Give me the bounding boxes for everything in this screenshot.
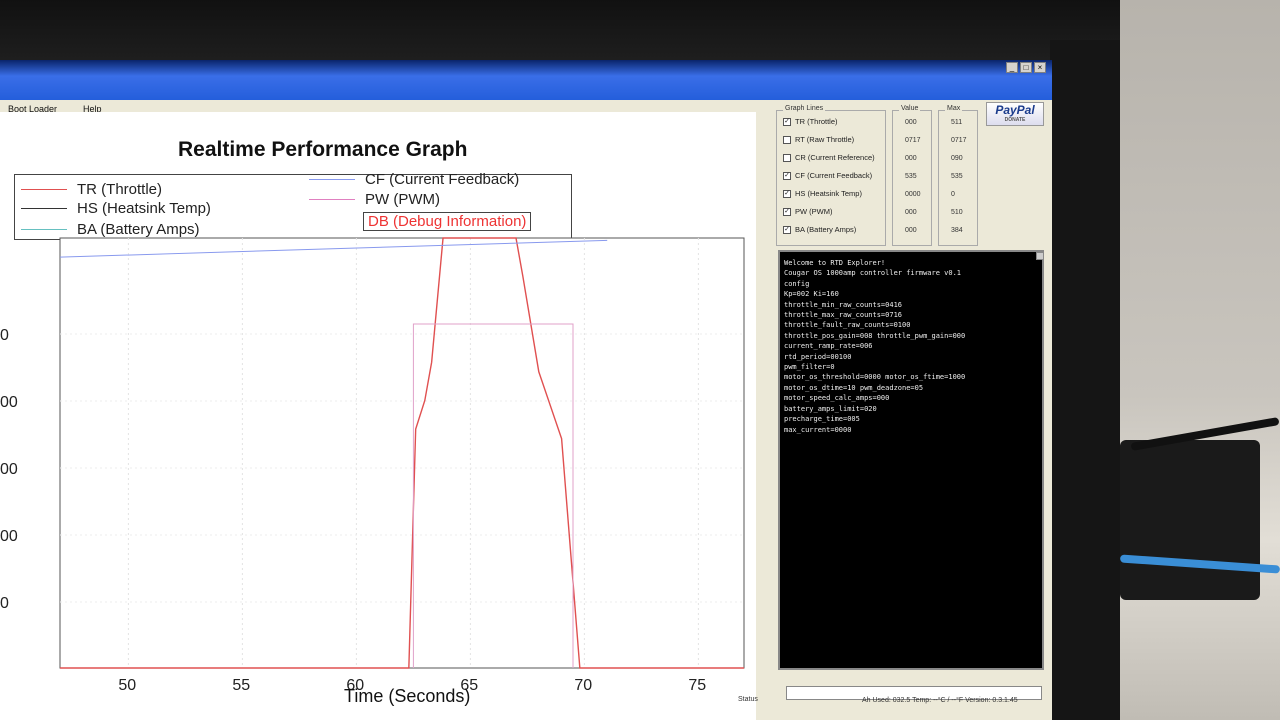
x-axis-label: Time (Seconds) — [344, 686, 470, 706]
y-tick-label: 0 — [0, 327, 9, 344]
y-tick-label: 00 — [0, 528, 18, 545]
x-tick-label: 50 — [118, 677, 136, 694]
x-tick-label: 55 — [232, 677, 250, 694]
y-tick-label: 00 — [0, 461, 18, 478]
status-label: Status — [738, 696, 758, 703]
performance-chart: 50 55 60 65 70 75 00000000 Time (Seconds) — [0, 237, 745, 706]
x-tick-label: 70 — [574, 677, 592, 694]
y-tick-label: 0 — [0, 595, 9, 612]
x-tick-label: 75 — [688, 677, 706, 694]
y-tick-label: 00 — [0, 394, 18, 411]
plot-area — [59, 237, 745, 669]
